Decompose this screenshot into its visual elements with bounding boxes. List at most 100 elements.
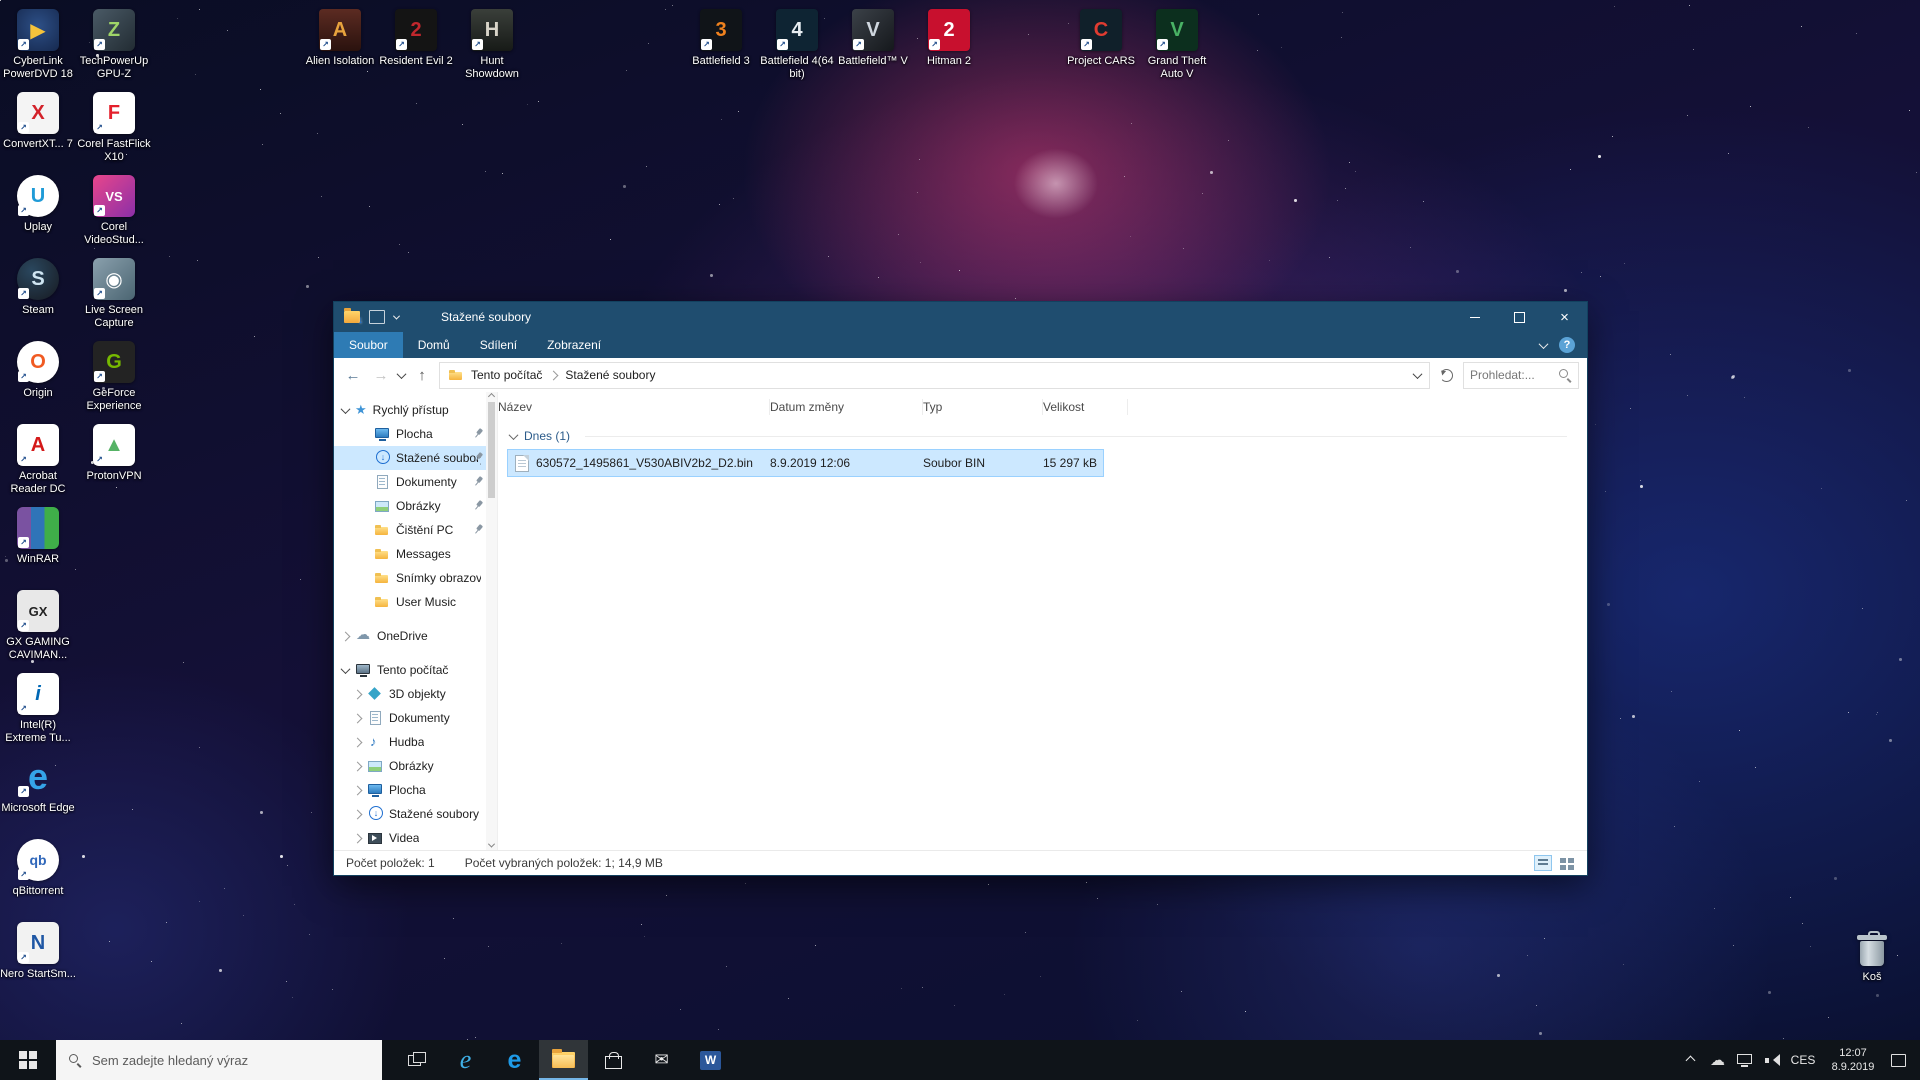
network-icon[interactable] bbox=[1731, 1040, 1758, 1080]
microsoft-edge-icon[interactable]: e bbox=[490, 1040, 539, 1080]
group-collapse-icon[interactable] bbox=[509, 430, 519, 440]
details-view-button[interactable] bbox=[1534, 855, 1552, 871]
desktop-icon[interactable]: V Battlefield™ V bbox=[835, 6, 911, 89]
column-header[interactable]: Název bbox=[498, 392, 770, 422]
scroll-up-icon[interactable] bbox=[488, 393, 495, 400]
expander-icon[interactable] bbox=[353, 737, 363, 747]
internet-explorer-icon[interactable]: e bbox=[441, 1040, 490, 1080]
desktop-icon[interactable]: N Nero StartSm... bbox=[0, 919, 76, 1002]
large-icons-view-button[interactable] bbox=[1557, 855, 1575, 871]
expander-icon[interactable] bbox=[341, 404, 351, 414]
desktop-icon[interactable]: VS Corel VideoStud... bbox=[76, 172, 152, 255]
nav-item[interactable]: Stažené soubory bbox=[334, 446, 497, 470]
file-explorer-button[interactable] bbox=[539, 1040, 588, 1080]
desktop-icon[interactable]: F Corel FastFlick X10 bbox=[76, 89, 152, 172]
nav-item[interactable]: 3D objekty bbox=[334, 682, 497, 706]
expander-icon[interactable] bbox=[341, 631, 351, 641]
nav-item[interactable]: Videa bbox=[334, 826, 497, 850]
qat-button-icon[interactable] bbox=[369, 310, 385, 324]
scroll-down-icon[interactable] bbox=[488, 841, 495, 848]
help-icon[interactable]: ? bbox=[1559, 337, 1575, 353]
nav-this-pc[interactable]: Tento počítač bbox=[334, 658, 497, 682]
tab-domu[interactable]: Domů bbox=[403, 332, 465, 358]
refresh-button[interactable] bbox=[1440, 369, 1453, 382]
nav-item[interactable]: Dokumenty bbox=[334, 470, 497, 494]
desktop-icon[interactable]: U Uplay bbox=[0, 172, 76, 255]
nav-quick-access[interactable]: ★ Rychlý přístup bbox=[334, 398, 497, 422]
nav-item[interactable]: Hudba bbox=[334, 730, 497, 754]
tab-sdileni[interactable]: Sdílení bbox=[465, 332, 532, 358]
desktop-icon[interactable]: ▶ CyberLink PowerDVD 18 bbox=[0, 6, 76, 89]
expander-icon[interactable] bbox=[353, 809, 363, 819]
desktop-icon[interactable]: qb qBittorrent bbox=[0, 836, 76, 919]
expander-icon[interactable] bbox=[353, 761, 363, 771]
mail-icon[interactable]: ✉ bbox=[637, 1040, 686, 1080]
maximize-button[interactable] bbox=[1497, 302, 1542, 332]
file-group-header[interactable]: Dnes (1) bbox=[498, 422, 1587, 450]
nav-item[interactable]: Obrázky bbox=[334, 494, 497, 518]
start-button[interactable] bbox=[0, 1040, 56, 1080]
onedrive-tray-icon[interactable] bbox=[1704, 1040, 1731, 1080]
desktop-icon[interactable]: V Grand Theft Auto V bbox=[1139, 6, 1215, 89]
language-indicator[interactable]: CES bbox=[1785, 1053, 1821, 1067]
clock[interactable]: 12:07 8.9.2019 bbox=[1821, 1046, 1885, 1074]
desktop-icon[interactable]: H Hunt Showdown bbox=[454, 6, 530, 89]
breadcrumb-item[interactable]: Stažené soubory bbox=[565, 368, 655, 382]
desktop-icon[interactable]: 2 Hitman 2 bbox=[911, 6, 987, 89]
desktop-icon[interactable]: Z TechPowerUp GPU-Z bbox=[76, 6, 152, 89]
desktop-icon[interactable]: G GeForce Experience bbox=[76, 338, 152, 421]
desktop-icon[interactable]: i Intel(R) Extreme Tu... bbox=[0, 670, 76, 753]
title-bar[interactable]: Stažené soubory × bbox=[334, 302, 1587, 332]
desktop-icon[interactable]: 3 Battlefield 3 bbox=[683, 6, 759, 89]
nav-item[interactable]: Plocha bbox=[334, 422, 497, 446]
nav-item[interactable]: Stažené soubory bbox=[334, 802, 497, 826]
up-button[interactable]: ↑ bbox=[411, 367, 433, 384]
sidebar-scrollbar[interactable] bbox=[486, 392, 497, 850]
nav-item[interactable]: User Music bbox=[334, 590, 497, 614]
breadcrumb-item[interactable]: Tento počítač bbox=[471, 368, 542, 382]
minimize-button[interactable] bbox=[1452, 302, 1497, 332]
desktop-icon[interactable]: O Origin bbox=[0, 338, 76, 421]
volume-icon[interactable] bbox=[1763, 1053, 1781, 1067]
expander-icon[interactable] bbox=[353, 833, 363, 843]
desktop-icon[interactable]: e Microsoft Edge bbox=[0, 753, 76, 836]
nav-item[interactable]: Messages bbox=[334, 542, 497, 566]
desktop-icon[interactable]: X ConvertXT... 7 bbox=[0, 89, 76, 172]
desktop-icon[interactable]: S Steam bbox=[0, 255, 76, 338]
nav-item[interactable]: Plocha bbox=[334, 778, 497, 802]
action-center-icon[interactable] bbox=[1885, 1040, 1912, 1080]
column-header[interactable]: Datum změny bbox=[770, 392, 923, 422]
forward-button[interactable]: → bbox=[370, 367, 392, 384]
file-row[interactable]: 630572_1495861_V530ABIV2b2_D2.bin 8.9.20… bbox=[508, 450, 1103, 476]
microsoft-store-icon[interactable] bbox=[588, 1040, 637, 1080]
nav-item[interactable]: Snímky obrazovky bbox=[334, 566, 497, 590]
desktop-icon[interactable]: A Alien Isolation bbox=[302, 6, 378, 89]
scrollbar-thumb[interactable] bbox=[488, 402, 495, 498]
close-button[interactable]: × bbox=[1542, 302, 1587, 332]
word-icon[interactable]: W bbox=[686, 1040, 735, 1080]
expander-icon[interactable] bbox=[341, 664, 351, 674]
address-dropdown-icon[interactable] bbox=[1413, 369, 1423, 379]
taskbar-search-box[interactable]: Sem zadejte hledaný výraz bbox=[56, 1040, 382, 1080]
desktop-icon[interactable]: ▲ ProtonVPN bbox=[76, 421, 152, 504]
back-button[interactable]: ← bbox=[342, 367, 364, 384]
task-view-button[interactable] bbox=[392, 1040, 441, 1080]
desktop-icon[interactable]: ◉ Live Screen Capture bbox=[76, 255, 152, 338]
nav-item[interactable]: Čištění PC bbox=[334, 518, 497, 542]
desktop-icon[interactable]: A Acrobat Reader DC bbox=[0, 421, 76, 504]
tab-zobrazeni[interactable]: Zobrazení bbox=[532, 332, 616, 358]
recent-locations-icon[interactable] bbox=[397, 369, 407, 379]
expander-icon[interactable] bbox=[353, 689, 363, 699]
column-header[interactable]: Velikost bbox=[1043, 392, 1128, 422]
desktop-icon[interactable]: WinRAR bbox=[0, 504, 76, 587]
nav-item[interactable]: Obrázky bbox=[334, 754, 497, 778]
hidden-icons-button[interactable] bbox=[1677, 1040, 1704, 1080]
nav-item[interactable]: Dokumenty bbox=[334, 706, 497, 730]
recycle-bin[interactable]: Koš bbox=[1834, 928, 1910, 1011]
address-bar[interactable]: Tento počítač Stažené soubory bbox=[439, 362, 1430, 389]
desktop-icon[interactable]: 2 Resident Evil 2 bbox=[378, 6, 454, 89]
column-header[interactable]: Typ bbox=[923, 392, 1043, 422]
expander-icon[interactable] bbox=[353, 785, 363, 795]
desktop-icon[interactable]: 4 Battlefield 4(64 bit) bbox=[759, 6, 835, 89]
explorer-search-box[interactable]: Prohledat:... bbox=[1463, 362, 1579, 389]
